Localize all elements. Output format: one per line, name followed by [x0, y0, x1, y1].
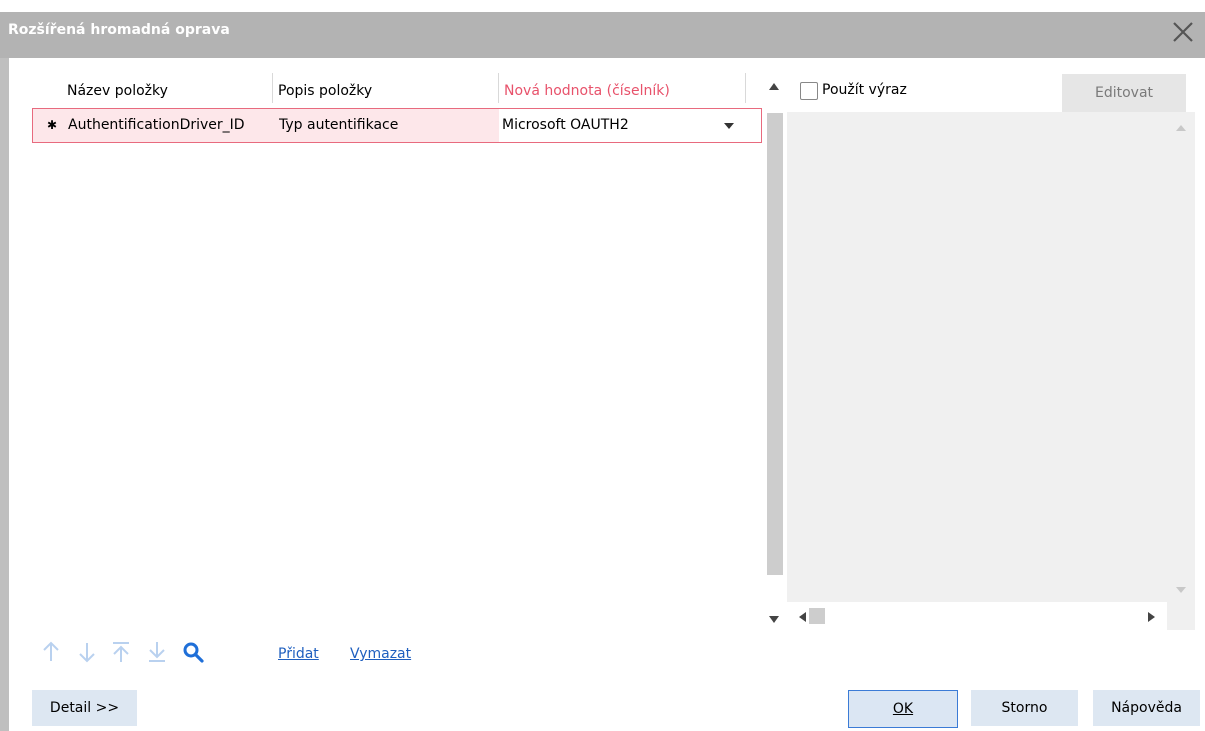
grid-vertical-scrollbar[interactable] — [763, 73, 785, 633]
title-bar: Rozšířená hromadná oprava — [0, 0, 1205, 58]
items-grid: Název položky Popis položky Nová hodnota… — [32, 73, 762, 623]
arrow-up-icon[interactable] — [40, 640, 62, 664]
help-button[interactable]: Nápověda — [1093, 690, 1200, 726]
use-expression-checkbox[interactable] — [800, 82, 818, 100]
scrollbar-thumb[interactable] — [809, 608, 825, 624]
ok-button[interactable]: OK — [848, 690, 958, 728]
cancel-button[interactable]: Storno — [971, 690, 1078, 726]
expression-editor[interactable] — [787, 112, 1195, 602]
ok-button-label: OK — [892, 701, 914, 717]
column-separator[interactable] — [498, 73, 499, 103]
cell-name[interactable]: AuthentificationDriver_ID — [68, 109, 273, 142]
scroll-right-icon[interactable] — [1147, 611, 1157, 623]
table-row[interactable]: ✱ AuthentificationDriver_ID Typ autentif… — [32, 108, 762, 143]
combobox-value: Microsoft OAUTH2 — [502, 117, 629, 133]
expression-horizontal-scrollbar[interactable] — [787, 602, 1195, 630]
scroll-down-icon[interactable] — [1175, 586, 1187, 596]
value-combobox[interactable]: Microsoft OAUTH2 — [499, 109, 761, 142]
row-marker: ✱ — [47, 118, 58, 132]
move-bottom-icon[interactable] — [146, 640, 168, 664]
cell-description[interactable]: Typ autentifikace — [279, 109, 497, 142]
use-expression-label: Použít výraz — [822, 82, 907, 98]
scrollbar-thumb[interactable] — [767, 113, 783, 575]
column-header-description[interactable]: Popis položky — [278, 73, 372, 109]
window-frame-left — [0, 58, 9, 731]
column-separator[interactable] — [272, 73, 273, 103]
scroll-down-icon[interactable] — [768, 615, 780, 625]
column-separator[interactable] — [745, 73, 746, 103]
delete-link[interactable]: Vymazat — [350, 646, 411, 662]
scroll-left-icon[interactable] — [797, 611, 807, 623]
scroll-up-icon[interactable] — [1175, 122, 1187, 132]
search-icon[interactable] — [182, 640, 204, 664]
move-top-icon[interactable] — [110, 640, 132, 664]
dropdown-arrow-icon[interactable] — [723, 122, 735, 130]
add-link[interactable]: Přidat — [278, 646, 319, 662]
arrow-down-icon[interactable] — [76, 640, 98, 664]
scrollbar-corner — [1167, 602, 1195, 630]
window-title: Rozšířená hromadná oprava — [8, 22, 230, 38]
column-header-new-value[interactable]: Nová hodnota (číselník) — [504, 73, 670, 109]
detail-button[interactable]: Detail >> — [32, 690, 137, 726]
scroll-up-icon[interactable] — [768, 81, 780, 91]
close-icon[interactable] — [1167, 16, 1199, 48]
edit-button[interactable]: Editovat — [1062, 74, 1186, 112]
column-header-name[interactable]: Název položky — [67, 73, 168, 109]
